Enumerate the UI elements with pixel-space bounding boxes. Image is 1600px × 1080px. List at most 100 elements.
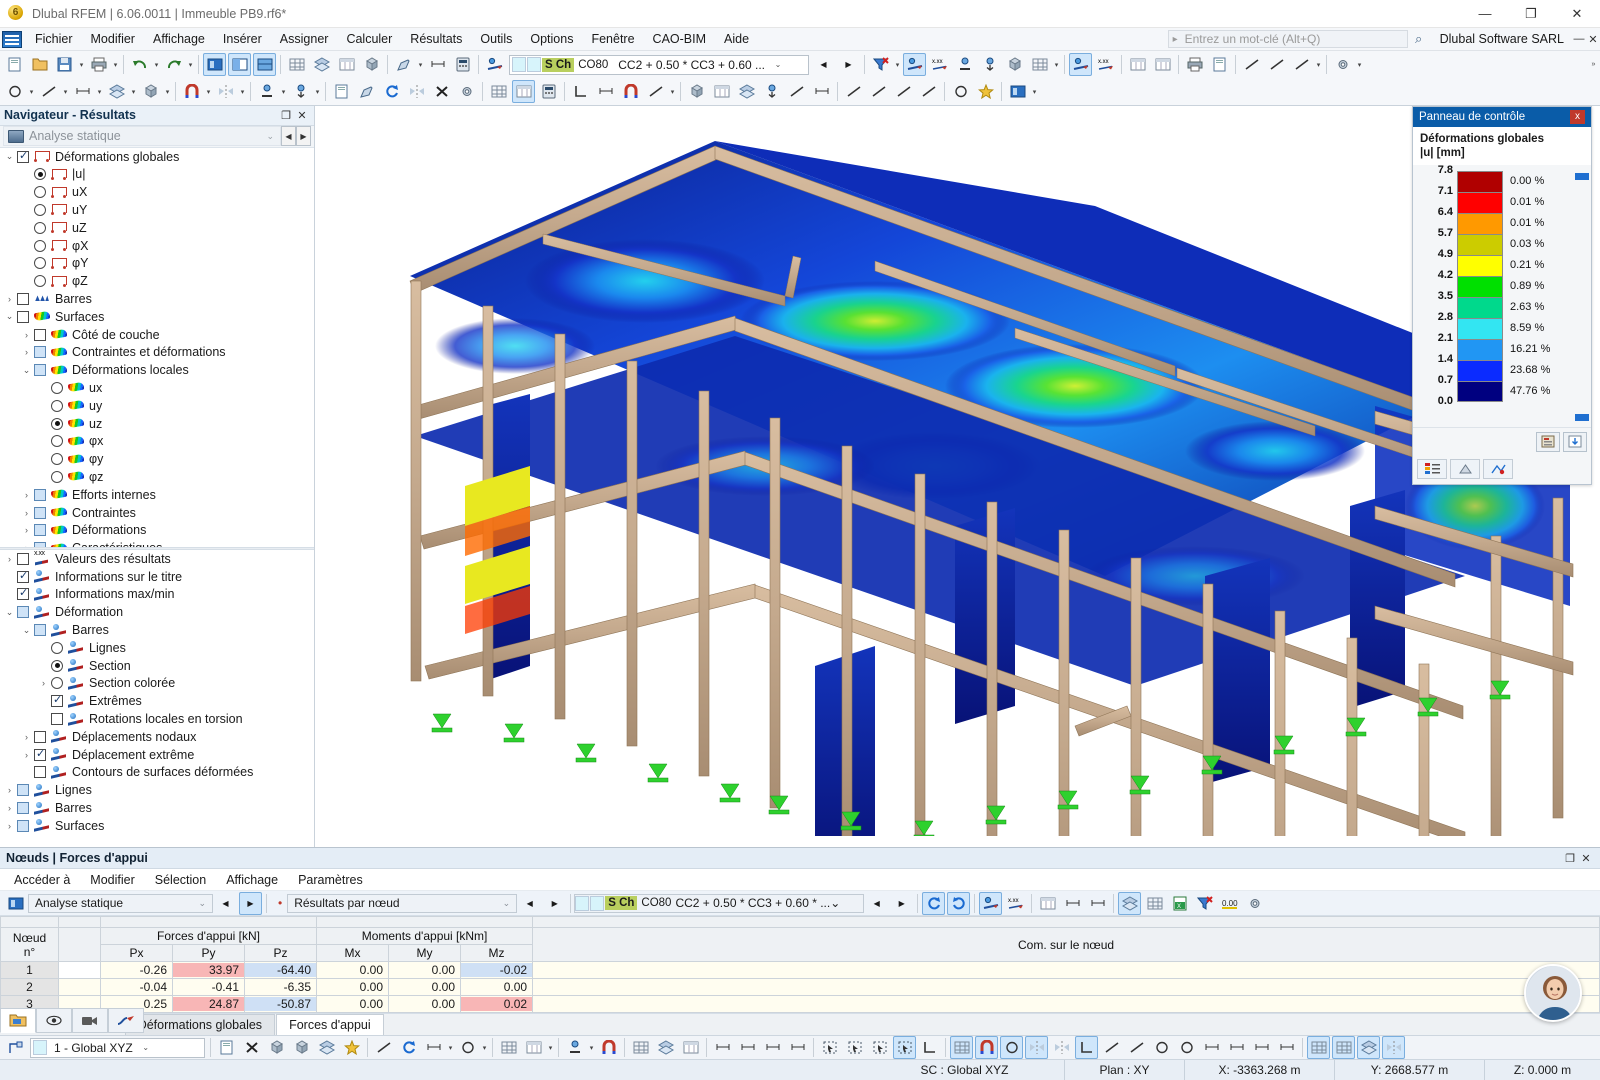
caret-gradient-dropdown-icon[interactable]: ▾: [1030, 80, 1039, 103]
tree-item[interactable]: φz: [0, 468, 314, 486]
legend-color-bands[interactable]: [1457, 171, 1503, 423]
expand-toggle-icon[interactable]: ›: [2, 821, 17, 831]
undo-button[interactable]: [128, 53, 151, 76]
table-results-prev[interactable]: ◀: [518, 892, 541, 915]
table-row[interactable]: 30.2524.87-50.870.000.000.02: [1, 996, 1600, 1013]
tree-checkbox[interactable]: [34, 731, 46, 743]
mesh-button[interactable]: [487, 80, 510, 103]
tree-item[interactable]: ⌄Surfaces: [0, 308, 314, 326]
menu-outils[interactable]: Outils: [471, 30, 521, 48]
menu-affichage[interactable]: Affichage: [144, 30, 214, 48]
minimize-button[interactable]: —: [1462, 0, 1508, 28]
tree-checkbox[interactable]: [34, 766, 46, 778]
rotate-button[interactable]: [380, 80, 403, 103]
bt-guide-dot1-button[interactable]: [1200, 1036, 1223, 1059]
tree-radio[interactable]: [34, 186, 46, 198]
bt-guide-dot4-button[interactable]: [1275, 1036, 1298, 1059]
expand-toggle-icon[interactable]: ›: [19, 543, 34, 547]
expand-toggle-icon[interactable]: ›: [19, 525, 34, 535]
legend-export-icon[interactable]: [1563, 432, 1587, 452]
bt-wall-button[interactable]: [497, 1036, 520, 1059]
caret-open-dropdown-icon[interactable]: ▾: [77, 53, 86, 76]
tree-radio[interactable]: [51, 435, 63, 447]
navigator-tree[interactable]: ⌄Déformations globales|u|uXuYuZφXφYφZ›Ba…: [0, 148, 314, 847]
add-surface-button[interactable]: [105, 80, 128, 103]
vis-up-button[interactable]: [760, 80, 783, 103]
table-loadcase-prev[interactable]: ◀: [865, 892, 888, 915]
cell-mz[interactable]: 0.02: [461, 996, 533, 1013]
bt-mesh3-button[interactable]: [679, 1036, 702, 1059]
table-results-next[interactable]: ▶: [543, 892, 566, 915]
copy-button[interactable]: [330, 80, 353, 103]
tree-item[interactable]: ›Caractéristiques: [0, 539, 314, 547]
tree-item[interactable]: Rotations locales en torsion: [0, 710, 314, 728]
bt-slab-button[interactable]: [522, 1036, 545, 1059]
add-line-button[interactable]: [37, 80, 60, 103]
render-volume-button[interactable]: [1003, 53, 1026, 76]
bt-delete-object-button[interactable]: [240, 1036, 263, 1059]
caret-filter-dropdown-icon[interactable]: ▾: [893, 53, 902, 76]
coordinate-system-combo[interactable]: 1 - Global XYZ ⌄: [30, 1038, 205, 1058]
bt-guide-circle-button[interactable]: [1150, 1036, 1173, 1059]
tab-forces-appui[interactable]: Forces d'appui: [276, 1014, 384, 1035]
calc-mesh-button[interactable]: [537, 80, 560, 103]
tree-item[interactable]: Extrêmes: [0, 692, 314, 710]
section-view-button[interactable]: [710, 80, 733, 103]
maximize-button[interactable]: ❐: [1508, 0, 1554, 28]
th-px[interactable]: Px: [101, 945, 173, 962]
snapshot-button[interactable]: [392, 53, 415, 76]
tab-display-factor-icon[interactable]: [1450, 459, 1480, 479]
clip-view-button[interactable]: [735, 80, 758, 103]
bt-snap-cross-button[interactable]: [1025, 1036, 1048, 1059]
render-shaded-button[interactable]: [253, 53, 276, 76]
caret-member-dropdown-icon[interactable]: ▾: [95, 80, 104, 103]
menu-aide[interactable]: Aide: [715, 30, 758, 48]
bt-support-button[interactable]: [597, 1036, 620, 1059]
analysis-prev-button[interactable]: ◀: [281, 126, 296, 146]
loadcase-prev-button[interactable]: ◀: [812, 53, 835, 76]
bt-arc-button[interactable]: [397, 1036, 420, 1059]
cell-my[interactable]: 0.00: [389, 979, 461, 996]
expand-toggle-icon[interactable]: ›: [19, 347, 34, 357]
legend-color-swatch[interactable]: [1457, 318, 1503, 339]
expand-toggle-icon[interactable]: ›: [2, 785, 17, 795]
table-row[interactable]: 2-0.04-0.41-6.350.000.000.00: [1, 979, 1600, 996]
cell-comment[interactable]: [533, 962, 1600, 979]
cell-py[interactable]: 24.87: [173, 996, 245, 1013]
table-grid-button[interactable]: [1036, 892, 1059, 915]
tree-item[interactable]: ›Contraintes et déformations: [0, 343, 314, 361]
expand-toggle-icon[interactable]: ›: [19, 732, 34, 742]
table-body[interactable]: 1-0.2633.97-64.400.000.00-0.022-0.04-0.4…: [1, 962, 1600, 1013]
caret-load-dropdown-icon[interactable]: ▾: [279, 80, 288, 103]
caret-snapshot-dropdown-icon[interactable]: ▾: [416, 53, 425, 76]
caret-solid-dropdown-icon[interactable]: ▾: [163, 80, 172, 103]
legend-color-swatch[interactable]: [1457, 381, 1503, 402]
cell-mx[interactable]: 0.00: [317, 979, 389, 996]
tree-checkbox[interactable]: [51, 713, 63, 725]
table-menu-affichage[interactable]: Affichage: [216, 871, 288, 889]
caret-release-dropdown-icon[interactable]: ▾: [238, 80, 247, 103]
expand-toggle-icon[interactable]: ⌄: [2, 311, 17, 322]
tree-checkbox[interactable]: [34, 329, 46, 341]
table-menu-acceder-a[interactable]: Accéder à: [4, 871, 80, 889]
table-menu-selection[interactable]: Sélection: [145, 871, 216, 889]
tree-item[interactable]: ›Barres: [0, 799, 314, 817]
add-imperfection-button[interactable]: [289, 80, 312, 103]
tree-radio[interactable]: [51, 642, 63, 654]
tree-checkbox[interactable]: [17, 151, 29, 163]
render-solid-button[interactable]: [203, 53, 226, 76]
coordinate-system-icon[interactable]: [4, 1036, 27, 1059]
table-panel-restore-button[interactable]: ❐: [1562, 852, 1578, 865]
bt-solid-button[interactable]: [290, 1036, 313, 1059]
analysis-type-combo[interactable]: Analyse statique ⌄: [3, 126, 281, 146]
loadcase-next-button[interactable]: ▶: [837, 53, 860, 76]
tree-radio[interactable]: [51, 400, 63, 412]
tree-item[interactable]: uz: [0, 415, 314, 433]
tree-radio[interactable]: [34, 222, 46, 234]
quick-search-input[interactable]: Entrez un mot-clé (Alt+Q): [1168, 30, 1408, 48]
caret-circle-dropdown-icon[interactable]: ▾: [480, 1036, 489, 1059]
tree-item[interactable]: ⌄Déformation: [0, 603, 314, 621]
table-analysis-next[interactable]: ▶: [239, 892, 262, 915]
cell-node-number[interactable]: 2: [1, 979, 59, 996]
color-legend[interactable]: 7.87.16.45.74.94.23.52.82.11.40.70.0 0.0…: [1417, 171, 1587, 423]
